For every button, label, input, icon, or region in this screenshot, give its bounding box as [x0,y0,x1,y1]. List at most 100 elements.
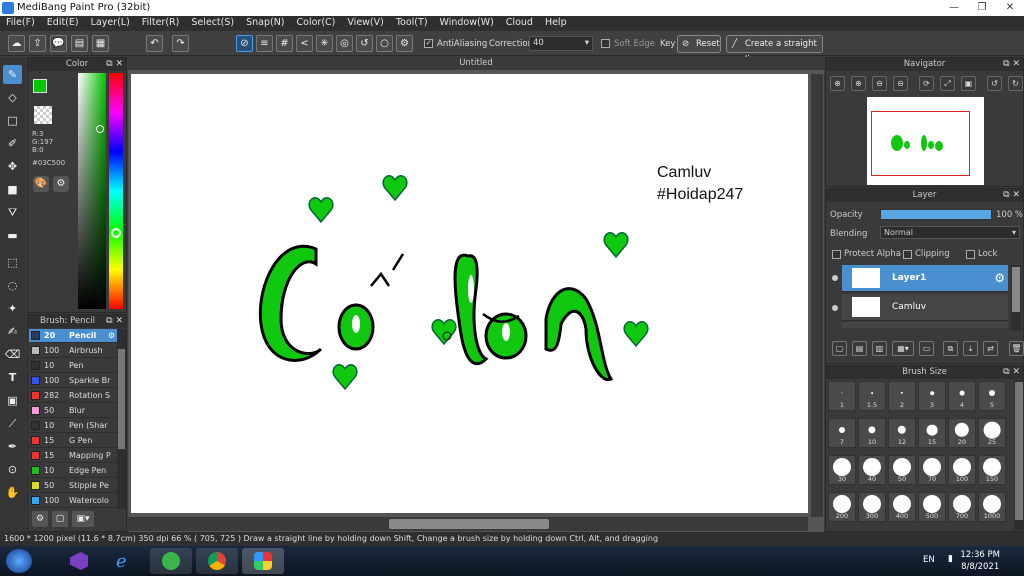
chat-icon[interactable]: 💬 [50,35,67,52]
canvas-tab[interactable]: Untitled [128,57,824,70]
camluv-visibility-icon[interactable] [832,305,838,311]
brush-size-option[interactable]: 400 [888,492,916,522]
menu-cloud[interactable]: Cloud [500,16,539,31]
brush-size-option[interactable]: 100 [948,455,976,485]
snap-settings-icon[interactable]: ⚙ [396,35,413,52]
brush-add-icon[interactable]: ⚙ [32,511,48,527]
menu-snap[interactable]: Snap(N) [240,16,290,31]
brush-size-option[interactable]: 3 [918,381,946,411]
create-straight-line-button[interactable]: ╱Create a straight line [726,35,823,65]
hue-slider[interactable] [109,73,123,309]
menu-select[interactable]: Select(S) [185,16,240,31]
close-button[interactable]: ✕ [996,0,1024,16]
brush-size-option[interactable]: 150 [978,455,1006,485]
select-eraser-icon[interactable]: ⌫ [3,345,22,364]
rect-fill-icon[interactable]: ■ [3,180,22,199]
panel-close-icon[interactable]: ⧉ ✕ [106,58,123,71]
brush-size-scrollbar[interactable] [1014,380,1024,530]
brush-menu-icon[interactable]: ▣▾ [72,511,94,527]
brush-size-option[interactable]: 7 [828,418,856,448]
brush-item[interactable]: 100 Sparkle Br [29,374,117,388]
brush-list-scrollbar[interactable] [117,329,126,509]
fill-brush-icon[interactable]: ✐ [3,134,22,153]
snap-circle-icon[interactable]: ◎ [336,35,353,52]
select-rect-icon[interactable]: ⬚ [3,253,22,272]
redo-icon[interactable]: ↷ [172,35,189,52]
menu-file[interactable]: File(F) [0,16,41,31]
lasso-icon[interactable]: ◌ [3,276,22,295]
brush-new-icon[interactable]: ▢ [52,511,68,527]
menu-filter[interactable]: Filter(R) [136,16,186,31]
medibang-taskbar-icon[interactable] [242,548,284,574]
brush-size-option[interactable]: 20 [948,418,976,448]
actual-size-icon[interactable]: ▣ [961,76,976,91]
eraser-tool-icon[interactable]: ◇ [3,88,22,107]
delete-layer-icon[interactable]: 🗑 [1009,341,1024,356]
brush-size-option[interactable]: 70 [918,455,946,485]
brush-size-option[interactable]: 500 [918,492,946,522]
brush-size-option[interactable]: 40 [858,455,886,485]
snap-ellipse-icon[interactable]: ○ [376,35,393,52]
lock-checkbox[interactable] [966,250,975,259]
reset-button[interactable]: ⊘ Reset [677,35,721,53]
brush-item[interactable]: 100 Airbrush [29,344,117,358]
pen-tool-icon[interactable]: ✒ [3,437,22,456]
bucket-icon[interactable]: ⛛ [3,203,22,222]
transparent-swatch[interactable] [34,106,52,124]
brush-size-option[interactable]: 1000 [978,492,1006,522]
dot-tool-icon[interactable]: □ [3,111,22,130]
brush-size-option[interactable]: 1 [828,381,856,411]
menu-help[interactable]: Help [539,16,573,31]
document-icon[interactable]: ▦ [92,35,109,52]
zoom-out-alt-icon[interactable]: ⊖ [893,76,908,91]
layer-row-partial[interactable] [842,322,1008,328]
correction-input[interactable]: 40 ▾ [529,36,593,51]
layer-property-icon[interactable]: ⇄ [983,341,998,356]
select-pen-icon[interactable]: ✍ [3,322,22,341]
menu-view[interactable]: View(V) [341,16,389,31]
snap-vanishing-icon[interactable]: < [296,35,313,52]
rotate-icon[interactable]: ⟳ [919,76,934,91]
color-settings-icon[interactable]: ⚙ [53,176,69,192]
brush-item[interactable]: 10 Edge Pen [29,464,117,478]
saturation-value-picker[interactable] [78,73,106,309]
menu-window[interactable]: Window(W) [434,16,500,31]
magic-wand-icon[interactable]: ✦ [3,299,22,318]
eyedropper-icon[interactable]: ⟋ [3,414,22,433]
snap-curve-icon[interactable]: ↺ [356,35,373,52]
layer-settings-icon[interactable]: ⚙ [994,271,1005,285]
panel-close-icon[interactable]: ⧉ ✕ [1003,189,1020,202]
rotate-right-icon[interactable]: ↻ [1008,76,1023,91]
rotate-left-icon[interactable]: ↺ [987,76,1002,91]
antialiasing-checkbox[interactable]: ✓ [424,39,433,48]
maximize-button[interactable]: ❐ [968,0,996,16]
layer1-visibility-icon[interactable] [832,275,838,281]
brush-size-option[interactable]: 300 [858,492,886,522]
brush-item[interactable]: 10 Pen [29,359,117,373]
zoom-icon[interactable]: ⊙ [3,460,22,479]
brush-tool-icon[interactable]: ✎ [3,65,22,84]
brush-item[interactable]: 15 G Pen [29,434,117,448]
internet-explorer-icon[interactable]: e [104,548,146,574]
canvas-vertical-scrollbar[interactable] [811,74,823,517]
visual-studio-icon[interactable] [58,548,100,574]
brush-settings-icon[interactable]: ⚙ [108,329,115,343]
chrome-icon[interactable] [196,548,238,574]
brush-item[interactable]: 50 Stipple Pe [29,479,117,493]
fit-icon[interactable]: ⤢ [940,76,955,91]
cloud-icon[interactable]: ☁ [8,35,25,52]
brush-size-option[interactable]: 5 [978,381,1006,411]
share-icon[interactable]: ⇪ [29,35,46,52]
protect-alpha-checkbox[interactable] [832,250,841,259]
move-tool-icon[interactable]: ✥ [3,157,22,176]
brush-item[interactable]: 20 Pencil ⚙ [29,329,117,343]
brush-size-option[interactable]: 30 [828,455,856,485]
zoom-in-alt-icon[interactable]: ⊕ [851,76,866,91]
palette-icon[interactable]: 🎨 [33,176,49,192]
gradient-icon[interactable]: ▬ [3,226,22,245]
menu-tool[interactable]: Tool(T) [390,16,434,31]
brush-item[interactable]: 282 Rotation S [29,389,117,403]
menu-layer[interactable]: Layer(L) [85,16,136,31]
canvas-horizontal-scrollbar[interactable] [128,517,808,531]
brush-item[interactable]: 100 Watercolo [29,494,117,508]
